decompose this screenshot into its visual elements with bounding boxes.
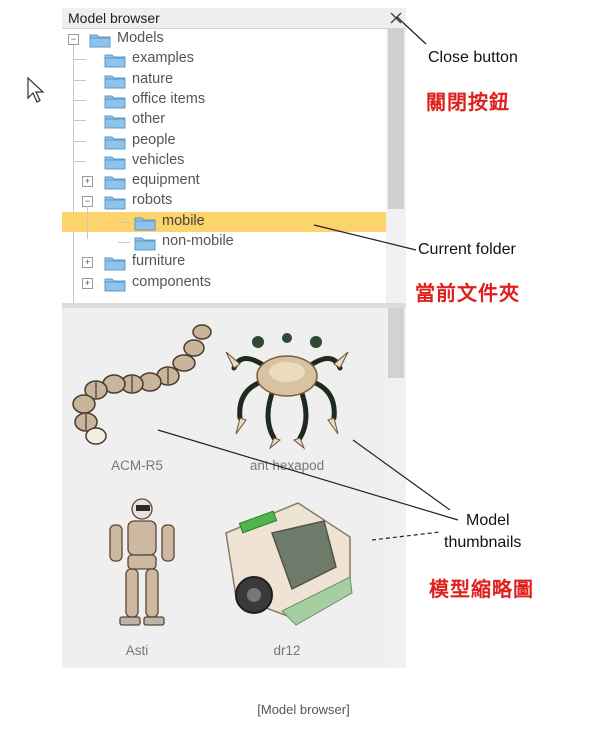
- annotation-model-thumbnails-line2: thumbnails: [444, 534, 522, 551]
- annotation-current-folder: Current folder: [418, 241, 516, 258]
- annotation-lines: [157, 16, 459, 541]
- annotation-current-folder-zh: 當前文件夾: [415, 283, 520, 305]
- annotation-close-button: Close button: [428, 49, 518, 66]
- annotation-close-button-zh: 關閉按鈕: [426, 92, 510, 114]
- annotation-model-thumbnails-zh: 模型縮略圖: [429, 579, 534, 601]
- annotation-model-thumbnails-line1: Model: [466, 512, 510, 529]
- figure-caption: [Model browser]: [257, 702, 350, 717]
